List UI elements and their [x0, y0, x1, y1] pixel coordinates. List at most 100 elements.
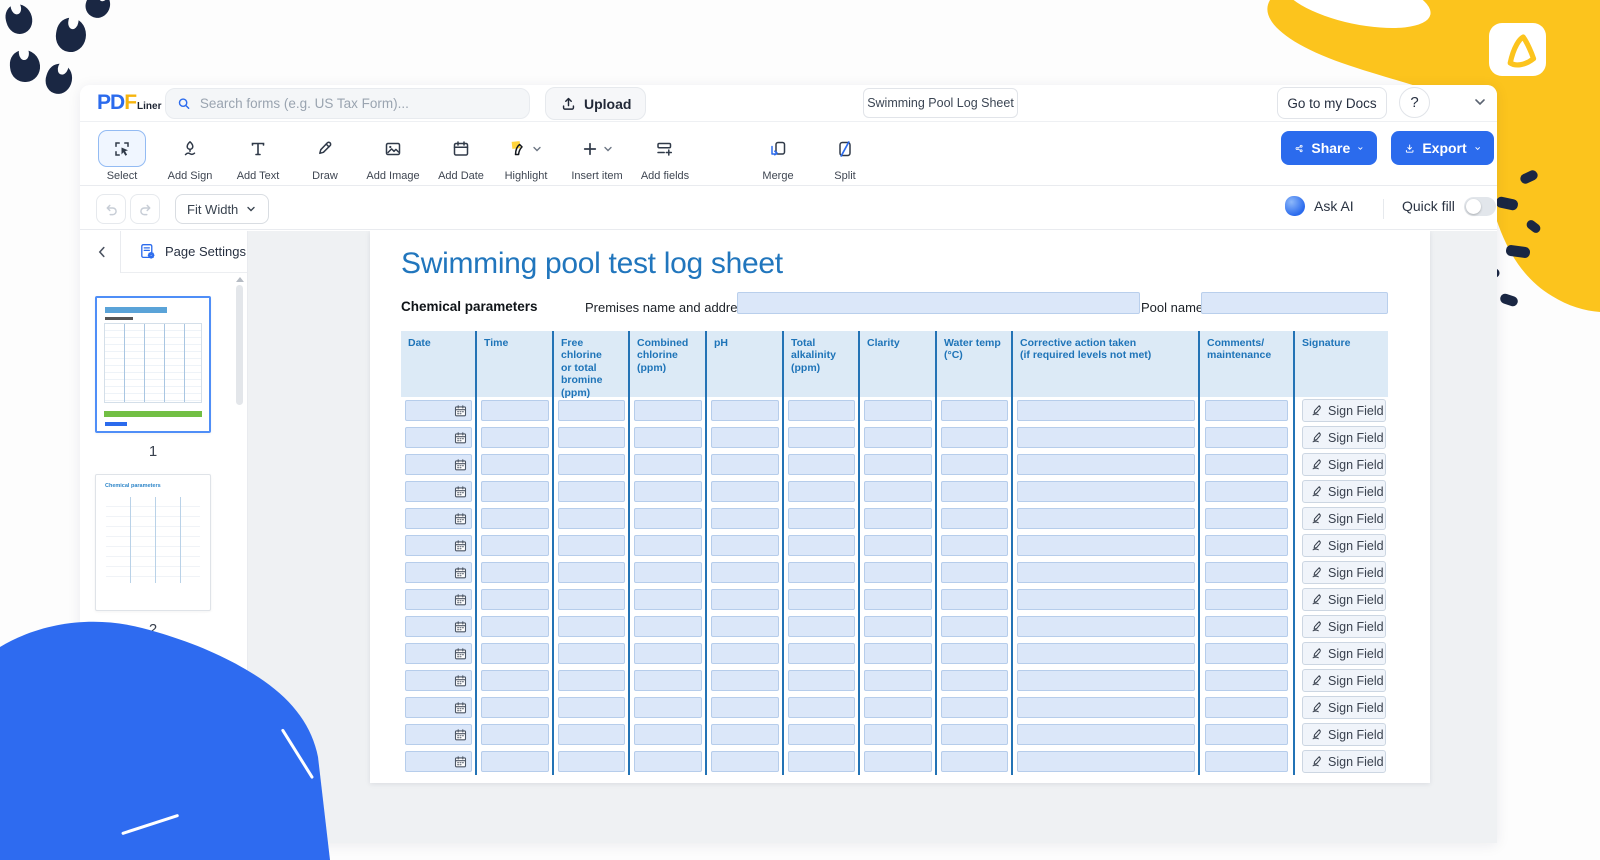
clarity-field[interactable]	[864, 535, 932, 556]
clarity-field[interactable]	[864, 427, 932, 448]
alkalinity-field[interactable]	[788, 589, 855, 610]
combined-chlorine-field[interactable]	[634, 751, 702, 772]
corrective-action-field[interactable]	[1017, 400, 1195, 421]
sign-field-button[interactable]: Sign Field	[1302, 615, 1386, 638]
corrective-action-field[interactable]	[1017, 508, 1195, 529]
corrective-action-field[interactable]	[1017, 670, 1195, 691]
sign-field-button[interactable]: Sign Field	[1302, 696, 1386, 719]
ph-field[interactable]	[711, 670, 779, 691]
water-temp-field[interactable]	[941, 697, 1008, 718]
sign-field-button[interactable]: Sign Field	[1302, 561, 1386, 584]
comments-field[interactable]	[1205, 481, 1288, 502]
free-chlorine-field[interactable]	[558, 697, 625, 718]
time-field[interactable]	[481, 400, 549, 421]
combined-chlorine-field[interactable]	[634, 400, 702, 421]
time-field[interactable]	[481, 724, 549, 745]
sign-field-button[interactable]: Sign Field	[1302, 399, 1386, 422]
premises-field[interactable]	[737, 292, 1140, 314]
corrective-action-field[interactable]	[1017, 562, 1195, 583]
free-chlorine-field[interactable]	[558, 643, 625, 664]
corrective-action-field[interactable]	[1017, 481, 1195, 502]
alkalinity-field[interactable]	[788, 400, 855, 421]
date-field[interactable]	[405, 427, 472, 448]
alkalinity-field[interactable]	[788, 427, 855, 448]
clarity-field[interactable]	[864, 751, 932, 772]
free-chlorine-field[interactable]	[558, 562, 625, 583]
sign-field-button[interactable]: Sign Field	[1302, 642, 1386, 665]
water-temp-field[interactable]	[941, 616, 1008, 637]
free-chlorine-field[interactable]	[558, 724, 625, 745]
comments-field[interactable]	[1205, 535, 1288, 556]
sign-field-button[interactable]: Sign Field	[1302, 507, 1386, 530]
corrective-action-field[interactable]	[1017, 697, 1195, 718]
ph-field[interactable]	[711, 697, 779, 718]
water-temp-field[interactable]	[941, 724, 1008, 745]
sign-field-button[interactable]: Sign Field	[1302, 426, 1386, 449]
sign-field-button[interactable]: Sign Field	[1302, 480, 1386, 503]
clarity-field[interactable]	[864, 400, 932, 421]
comments-field[interactable]	[1205, 400, 1288, 421]
free-chlorine-field[interactable]	[558, 535, 625, 556]
undo-button[interactable]	[96, 194, 126, 224]
combined-chlorine-field[interactable]	[634, 508, 702, 529]
pdfliner-logo[interactable]: PDFLiner	[97, 91, 161, 115]
time-field[interactable]	[481, 643, 549, 664]
free-chlorine-field[interactable]	[558, 670, 625, 691]
comments-field[interactable]	[1205, 643, 1288, 664]
combined-chlorine-field[interactable]	[634, 697, 702, 718]
alkalinity-field[interactable]	[788, 562, 855, 583]
comments-field[interactable]	[1205, 751, 1288, 772]
time-field[interactable]	[481, 616, 549, 637]
scrollbar-thumb[interactable]	[236, 285, 243, 405]
ph-field[interactable]	[711, 508, 779, 529]
clarity-field[interactable]	[864, 481, 932, 502]
free-chlorine-field[interactable]	[558, 616, 625, 637]
sign-field-button[interactable]: Sign Field	[1302, 588, 1386, 611]
ph-field[interactable]	[711, 616, 779, 637]
ph-field[interactable]	[711, 589, 779, 610]
tool-draw[interactable]: Draw	[293, 130, 357, 182]
corrective-action-field[interactable]	[1017, 724, 1195, 745]
document-name-input[interactable]	[863, 88, 1018, 118]
comments-field[interactable]	[1205, 562, 1288, 583]
water-temp-field[interactable]	[941, 508, 1008, 529]
alkalinity-field[interactable]	[788, 670, 855, 691]
alkalinity-field[interactable]	[788, 481, 855, 502]
search-input[interactable]	[200, 96, 519, 111]
pool-name-field[interactable]	[1201, 292, 1388, 314]
time-field[interactable]	[481, 508, 549, 529]
ph-field[interactable]	[711, 427, 779, 448]
free-chlorine-field[interactable]	[558, 751, 625, 772]
water-temp-field[interactable]	[941, 643, 1008, 664]
scroll-up-arrow[interactable]	[236, 277, 244, 282]
alkalinity-field[interactable]	[788, 454, 855, 475]
page-thumbnail-1[interactable]	[95, 296, 211, 433]
water-temp-field[interactable]	[941, 481, 1008, 502]
tool-add-sign[interactable]: Add Sign	[158, 130, 222, 182]
collapse-sidebar-button[interactable]	[90, 240, 114, 264]
alkalinity-field[interactable]	[788, 616, 855, 637]
comments-field[interactable]	[1205, 427, 1288, 448]
export-button[interactable]: Export	[1391, 131, 1494, 165]
date-field[interactable]	[405, 562, 472, 583]
date-field[interactable]	[405, 535, 472, 556]
tool-add-fields[interactable]: Add fields	[633, 130, 697, 182]
tool-select[interactable]: Select	[90, 130, 154, 182]
corrective-action-field[interactable]	[1017, 751, 1195, 772]
time-field[interactable]	[481, 589, 549, 610]
water-temp-field[interactable]	[941, 400, 1008, 421]
ph-field[interactable]	[711, 535, 779, 556]
time-field[interactable]	[481, 670, 549, 691]
quick-fill-toggle[interactable]	[1464, 197, 1496, 216]
comments-field[interactable]	[1205, 589, 1288, 610]
free-chlorine-field[interactable]	[558, 454, 625, 475]
combined-chlorine-field[interactable]	[634, 427, 702, 448]
comments-field[interactable]	[1205, 508, 1288, 529]
tool-merge[interactable]: Merge	[746, 130, 810, 182]
time-field[interactable]	[481, 481, 549, 502]
ph-field[interactable]	[711, 751, 779, 772]
water-temp-field[interactable]	[941, 562, 1008, 583]
combined-chlorine-field[interactable]	[634, 616, 702, 637]
tool-highlight[interactable]: Highlight	[494, 130, 558, 182]
alkalinity-field[interactable]	[788, 724, 855, 745]
